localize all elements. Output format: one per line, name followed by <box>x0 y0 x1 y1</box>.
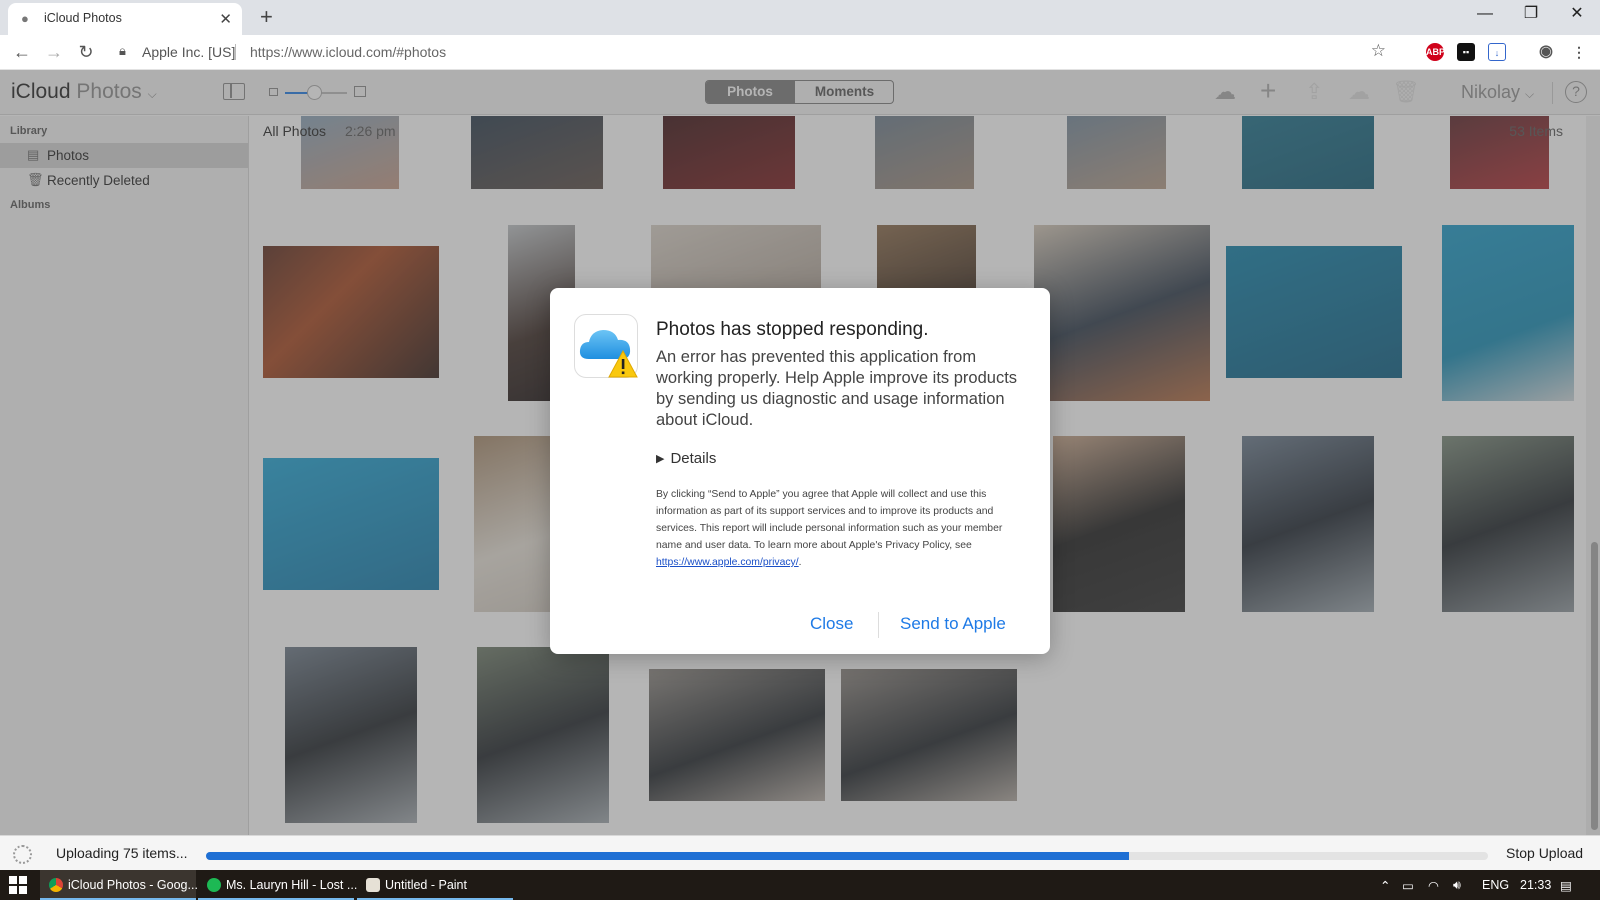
spinner-icon <box>13 845 32 864</box>
new-tab-button[interactable]: + <box>260 4 273 30</box>
windows-start-icon[interactable] <box>9 876 27 894</box>
chrome-icon <box>49 878 63 892</box>
extension-icon[interactable]: ▪▪ <box>1457 43 1475 61</box>
forward-button[interactable]: → <box>42 40 66 64</box>
wifi-icon[interactable]: ◠ <box>1428 878 1439 893</box>
profile-icon[interactable]: ◉ <box>1537 43 1555 61</box>
dialog-fine-print: By clicking “Send to Apple” you agree th… <box>656 489 1003 568</box>
dialog-message: An error has prevented this application … <box>656 348 1018 429</box>
bookmark-star-icon[interactable]: ☆ <box>1371 41 1386 61</box>
upload-progress-bar <box>206 852 1488 860</box>
dialog-title: Photos has stopped responding. <box>656 319 929 340</box>
send-to-apple-button[interactable]: Send to Apple <box>900 614 1006 634</box>
address-bar[interactable]: 🔒︎ Apple Inc. [US] https://www.icloud.co… <box>108 39 1408 66</box>
taskbar-app-spotify[interactable]: Ms. Lauryn Hill - Lost ... <box>198 870 358 900</box>
taskbar-app-paint[interactable]: Untitled - Paint <box>357 870 513 900</box>
volume-icon[interactable]: 🔊︎ <box>1453 878 1461 893</box>
window-close-button[interactable]: ✕ <box>1554 0 1600 30</box>
taskbar-app-label: Ms. Lauryn Hill - Lost ... <box>226 878 358 892</box>
browser-tab-strip: ● iCloud Photos ✕ + — ❐ ✕ <box>0 0 1600 35</box>
notifications-icon[interactable]: ▤ <box>1560 878 1572 893</box>
adblock-extension-icon[interactable]: ABP <box>1426 43 1445 61</box>
upload-status-text: Uploading 75 items... <box>56 845 188 861</box>
details-disclosure[interactable]: ▶ Details <box>656 450 716 467</box>
privacy-link[interactable]: https://www.apple.com/privacy/ <box>656 557 799 568</box>
tray-overflow-icon[interactable]: ⌃ <box>1380 878 1390 893</box>
site-identity[interactable]: Apple Inc. [US] <box>142 44 235 60</box>
apple-favicon-icon: ● <box>21 11 29 26</box>
upload-progress-fill <box>206 852 1130 860</box>
icloud-warning-icon <box>574 314 638 378</box>
restore-button[interactable]: ❐ <box>1508 0 1554 30</box>
language-indicator[interactable]: ENG <box>1482 878 1509 892</box>
back-button[interactable]: ← <box>10 40 34 64</box>
browser-menu-icon[interactable]: ⋮ <box>1570 43 1588 61</box>
stop-upload-button[interactable]: Stop Upload <box>1506 845 1583 861</box>
clock[interactable]: 21:33 <box>1520 878 1551 892</box>
error-dialog: Photos has stopped responding. An error … <box>550 288 1050 654</box>
reload-button[interactable]: ↻ <box>74 40 98 64</box>
taskbar-app-label: Untitled - Paint <box>385 878 467 892</box>
spotify-icon <box>207 878 221 892</box>
divider <box>235 44 236 60</box>
taskbar: iCloud Photos - Goog... Ms. Lauryn Hill … <box>0 870 1600 900</box>
disclosure-triangle-icon: ▶ <box>656 453 665 465</box>
fine-print-text: By clicking “Send to Apple” you agree th… <box>656 489 1003 551</box>
paint-icon <box>366 878 380 892</box>
minimize-button[interactable]: — <box>1462 0 1508 30</box>
upload-status-bar: Uploading 75 items... Stop Upload <box>0 835 1600 870</box>
close-button[interactable]: Close <box>810 614 853 634</box>
tab-title: iCloud Photos <box>44 11 122 25</box>
browser-toolbar: ← → ↻ 🔒︎ Apple Inc. [US] https://www.icl… <box>0 35 1600 70</box>
battery-icon[interactable]: ▭ <box>1402 878 1414 893</box>
browser-tab[interactable]: ● iCloud Photos ✕ <box>8 3 242 35</box>
taskbar-app-label: iCloud Photos - Goog... <box>68 878 198 892</box>
lock-icon[interactable]: 🔒︎ <box>119 43 126 59</box>
taskbar-app-chrome[interactable]: iCloud Photos - Goog... <box>40 870 198 900</box>
details-label: Details <box>670 450 717 467</box>
url-text[interactable]: https://www.icloud.com/#photos <box>250 44 446 60</box>
tab-close-icon[interactable]: ✕ <box>219 10 232 28</box>
divider <box>878 612 879 638</box>
download-extension-icon[interactable]: ↓ <box>1488 43 1506 61</box>
